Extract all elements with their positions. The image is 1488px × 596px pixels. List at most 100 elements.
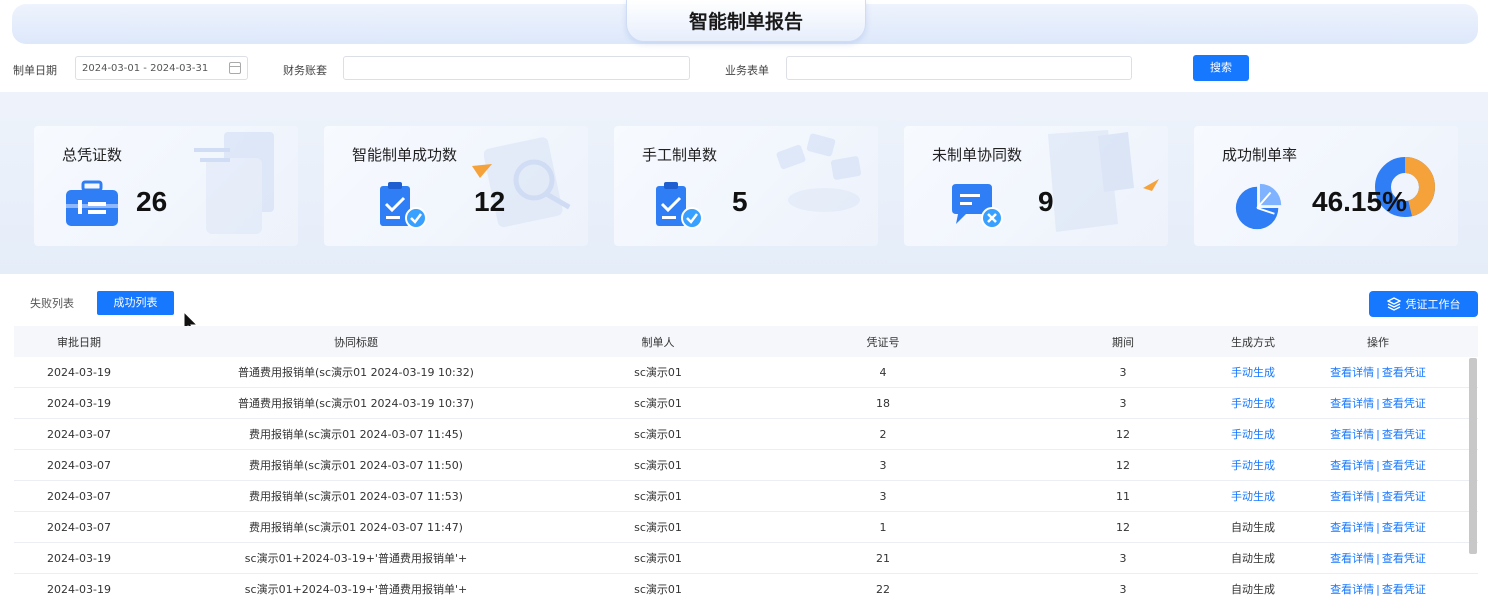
column-header: 操作 <box>1367 335 1389 349</box>
table-row: 2024-03-07 费用报销单(sc演示01 2024-03-07 11:45)… <box>14 419 1478 450</box>
view-detail-link[interactable]: 查看详情 <box>1330 521 1374 534</box>
voucher-workbench-label: 凭证工作台 <box>1405 298 1461 311</box>
period-cell: 11 <box>1116 489 1130 503</box>
maker-cell: sc演示01 <box>634 552 682 565</box>
tab-fail-list[interactable]: 失败列表 <box>18 292 86 316</box>
approval-date-cell: 2024-03-19 <box>47 582 111 596</box>
clipboard-check-icon <box>656 182 703 229</box>
view-detail-link[interactable]: 查看详情 <box>1330 366 1374 379</box>
collab-title-cell: 费用报销单(sc演示01 2024-03-07 11:45) <box>249 428 463 441</box>
actions-cell: 查看详情 | 查看凭证 <box>1278 581 1478 596</box>
approval-date-cell: 2024-03-07 <box>47 458 111 472</box>
column-header: 制单人 <box>641 335 675 349</box>
approval-date-cell: 2024-03-19 <box>47 551 111 565</box>
date-label: 制单日期 <box>13 64 57 77</box>
magnifier-decoration <box>484 137 571 228</box>
paper-plane-icon <box>1143 179 1159 191</box>
view-detail-link[interactable]: 查看详情 <box>1330 397 1374 410</box>
stat-value: 12 <box>474 186 506 217</box>
column-header: 协同标题 <box>334 335 378 349</box>
maker-cell: sc演示01 <box>634 397 682 410</box>
stat-card-total: 总凭证数 26 <box>34 126 298 246</box>
stat-card-not-made: 未制单协同数 9 <box>904 126 1168 246</box>
action-separator: | <box>1376 490 1380 503</box>
approval-date-cell: 2024-03-07 <box>47 520 111 534</box>
view-detail-link[interactable]: 查看详情 <box>1330 428 1374 441</box>
view-detail-link[interactable]: 查看详情 <box>1330 490 1374 503</box>
view-voucher-link[interactable]: 查看凭证 <box>1382 583 1426 596</box>
generation-mode-cell: 手动生成 <box>1231 490 1275 503</box>
approval-date-cell: 2024-03-19 <box>47 365 111 379</box>
view-detail-link[interactable]: 查看详情 <box>1330 552 1374 565</box>
stat-value: 26 <box>136 186 168 217</box>
briefcase-icon <box>66 180 118 226</box>
view-voucher-link[interactable]: 查看凭证 <box>1382 552 1426 565</box>
view-voucher-link[interactable]: 查看凭证 <box>1382 459 1426 472</box>
generation-mode-cell: 自动生成 <box>1231 552 1275 565</box>
generation-mode-cell: 手动生成 <box>1231 428 1275 441</box>
view-detail-link[interactable]: 查看详情 <box>1330 459 1374 472</box>
ledger-input[interactable] <box>343 56 690 80</box>
view-voucher-link[interactable]: 查看凭证 <box>1382 428 1426 441</box>
document-decoration <box>194 132 274 234</box>
clipboard-check-icon <box>380 182 427 229</box>
maker-cell: sc演示01 <box>634 521 682 534</box>
column-header: 生成方式 <box>1231 335 1275 349</box>
maker-cell: sc演示01 <box>634 490 682 503</box>
voucher-workbench-button[interactable]: 凭证工作台 <box>1369 291 1478 317</box>
actions-cell: 查看详情 | 查看凭证 <box>1278 364 1478 380</box>
table-scrollbar[interactable] <box>1469 358 1477 554</box>
view-voucher-link[interactable]: 查看凭证 <box>1382 397 1426 410</box>
generation-mode-cell: 手动生成 <box>1231 397 1275 410</box>
stat-value: 5 <box>732 186 748 217</box>
page-title: 智能制单报告 <box>626 0 866 42</box>
stat-card-smart-success: 智能制单成功数 12 <box>324 126 588 246</box>
generation-mode-cell: 自动生成 <box>1231 583 1275 596</box>
collab-title-cell: 普通费用报销单(sc演示01 2024-03-19 10:32) <box>238 366 474 379</box>
period-cell: 3 <box>1119 396 1127 410</box>
layers-icon <box>1386 297 1401 311</box>
stat-value: 46.15% <box>1312 186 1407 217</box>
maker-cell: sc演示01 <box>634 459 682 472</box>
column-header: 凭证号 <box>866 335 900 349</box>
message-cancel-icon <box>952 184 1003 229</box>
calendar-icon[interactable] <box>229 62 241 74</box>
stats-band: 总凭证数 26 智能制单成功数 12 手工制单数 5 未制单协同数 9 成功制单… <box>0 92 1488 274</box>
action-separator: | <box>1376 397 1380 410</box>
view-detail-link[interactable]: 查看详情 <box>1330 583 1374 596</box>
period-cell: 12 <box>1116 520 1130 534</box>
form-input[interactable] <box>786 56 1132 80</box>
maker-cell: sc演示01 <box>634 583 682 596</box>
collab-title-cell: 费用报销单(sc演示01 2024-03-07 11:53) <box>249 490 463 503</box>
action-separator: | <box>1376 583 1380 596</box>
maker-cell: sc演示01 <box>634 428 682 441</box>
actions-cell: 查看详情 | 查看凭证 <box>1278 488 1478 504</box>
generation-mode-cell: 手动生成 <box>1231 459 1275 472</box>
search-button[interactable]: 搜索 <box>1193 55 1249 81</box>
pie-chart-icon <box>1235 183 1282 230</box>
period-cell: 3 <box>1119 365 1127 379</box>
period-cell: 3 <box>1119 582 1127 596</box>
table-row: 2024-03-19 sc演示01+2024-03-19+'普通费用报销单'+ sc… <box>14 543 1478 574</box>
collab-title-cell: sc演示01+2024-03-19+'普通费用报销单'+ <box>244 583 468 596</box>
period-cell: 12 <box>1116 427 1130 441</box>
view-voucher-link[interactable]: 查看凭证 <box>1382 521 1426 534</box>
generation-mode-cell: 手动生成 <box>1231 366 1275 379</box>
paper-decoration <box>1048 130 1134 232</box>
stat-card-manual: 手工制单数 5 <box>614 126 878 246</box>
period-cell: 12 <box>1116 458 1130 472</box>
success-table: 审批日期 协同标题 制单人 凭证号 期间 生成方式 操作 2024-03-19 普… <box>14 326 1478 596</box>
action-separator: | <box>1376 521 1380 534</box>
actions-cell: 查看详情 | 查看凭证 <box>1278 457 1478 473</box>
voucher-number-cell: 22 <box>876 582 890 596</box>
voucher-number-cell: 2 <box>879 427 887 441</box>
table-row: 2024-03-19 普通费用报销单(sc演示01 2024-03-19 10:3… <box>14 388 1478 419</box>
tab-success-list[interactable]: 成功列表 <box>97 291 174 315</box>
date-range-input[interactable]: 2024-03-01 - 2024-03-31 <box>75 56 248 80</box>
voucher-number-cell: 18 <box>876 396 890 410</box>
view-voucher-link[interactable]: 查看凭证 <box>1382 490 1426 503</box>
view-voucher-link[interactable]: 查看凭证 <box>1382 366 1426 379</box>
table-row: 2024-03-19 普通费用报销单(sc演示01 2024-03-19 10:3… <box>14 357 1478 388</box>
approval-date-cell: 2024-03-07 <box>47 489 111 503</box>
form-label: 业务表单 <box>725 64 769 77</box>
